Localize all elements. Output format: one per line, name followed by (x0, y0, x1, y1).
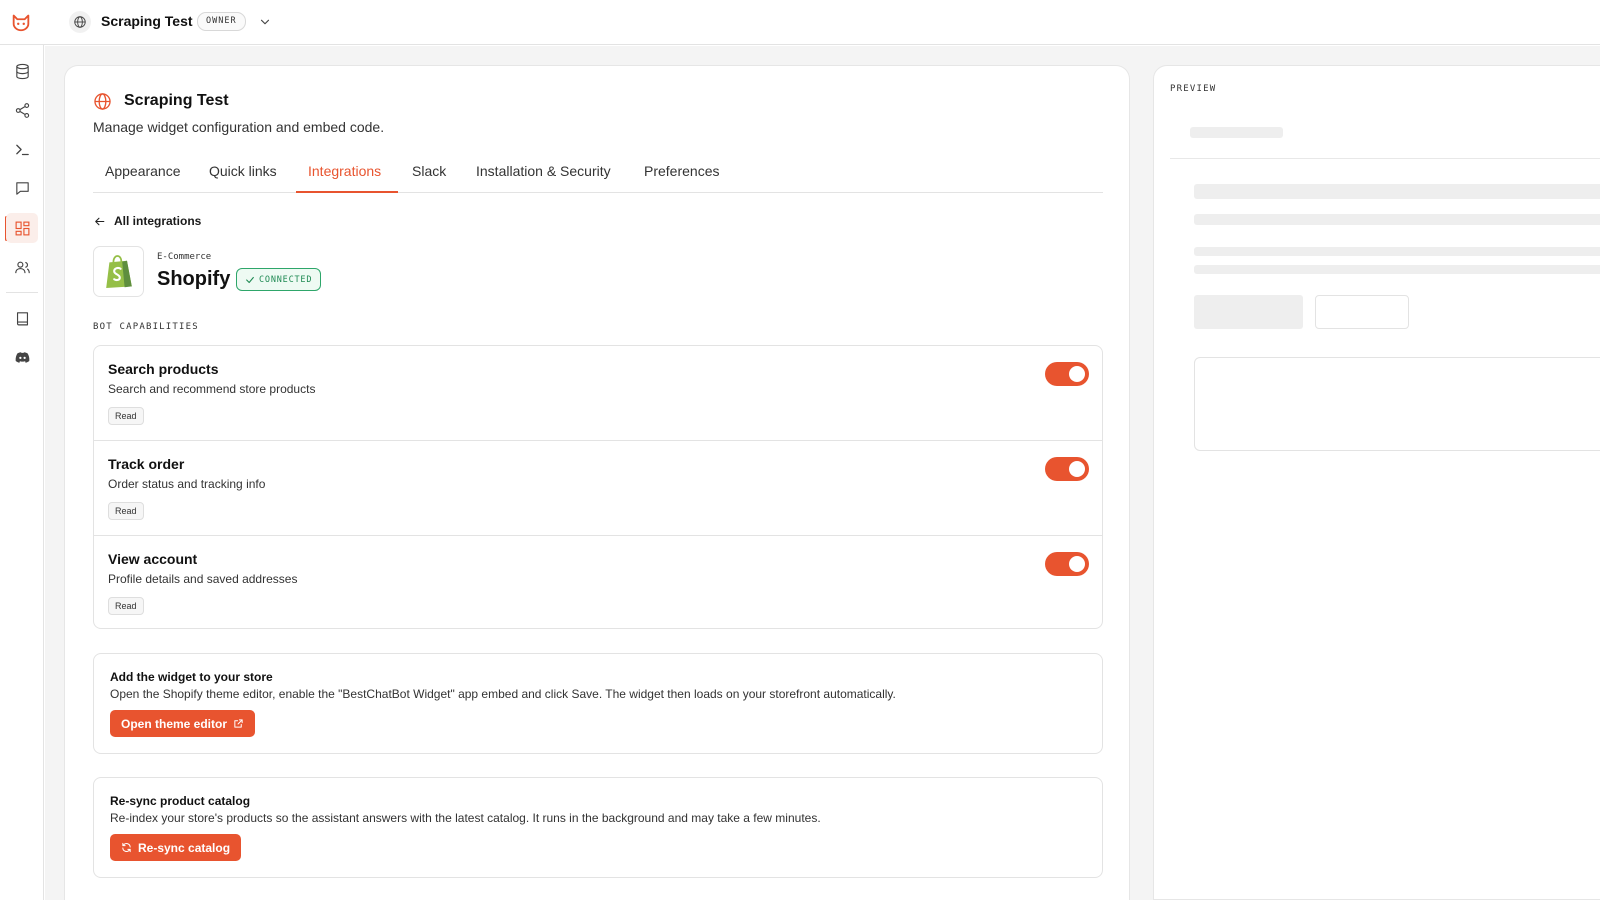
chevron-down-icon[interactable] (258, 15, 272, 29)
all-integrations-link[interactable]: All integrations (93, 214, 201, 228)
preview-label: PREVIEW (1170, 84, 1217, 94)
top-bar: Scraping Test OWNER (0, 0, 1600, 45)
all-integrations-label: All integrations (114, 214, 202, 228)
discord-icon[interactable] (6, 342, 38, 372)
skeleton-card (1194, 357, 1600, 451)
capability-title: Track order (108, 456, 185, 472)
book-icon[interactable] (6, 303, 38, 333)
list-item: Search products Search and recommend sto… (94, 346, 1102, 440)
users-icon[interactable] (6, 252, 38, 282)
skeleton-button (1194, 295, 1303, 329)
capability-title: Search products (108, 361, 219, 377)
terminal-icon[interactable] (6, 134, 38, 164)
share-icon[interactable] (6, 95, 38, 125)
page-title: Scraping Test (124, 92, 229, 109)
status-badge-label: CONNECTED (259, 274, 313, 285)
resync-card: Re-sync product catalog Re-index your st… (93, 777, 1103, 878)
skeleton-line (1194, 184, 1600, 199)
arrow-left-icon (95, 217, 105, 225)
add-widget-title: Add the widget to your store (110, 670, 273, 684)
permission-badge: Read (108, 407, 144, 425)
tab-preferences[interactable]: Preferences (644, 163, 719, 179)
page-subtitle: Manage widget configuration and embed co… (93, 119, 385, 135)
refresh-icon (122, 842, 131, 853)
capability-description: Profile details and saved addresses (108, 572, 298, 586)
status-badge: CONNECTED (236, 268, 322, 291)
skeleton-line (1194, 214, 1600, 225)
resync-description: Re-index your store's products so the as… (110, 811, 821, 825)
workspace-name[interactable]: Scraping Test (101, 13, 193, 29)
workspace-role-badge: OWNER (197, 12, 246, 31)
app-logo-icon[interactable] (10, 11, 32, 33)
tab-bar: Appearance Quick links Integrations Slac… (93, 156, 1103, 193)
add-widget-description: Open the Shopify theme editor, enable th… (110, 687, 896, 701)
preview-divider (1170, 158, 1600, 159)
tab-installation-security[interactable]: Installation & Security (476, 163, 611, 179)
skeleton-line (1190, 127, 1283, 138)
globe-icon (93, 92, 112, 111)
workspace-globe-icon (69, 11, 91, 33)
widget-config-panel: Scraping Test Manage widget configuratio… (64, 65, 1130, 900)
view-account-toggle[interactable] (1045, 552, 1089, 576)
preview-panel: PREVIEW (1153, 65, 1600, 900)
section-label: BOT CAPABILITIES (93, 322, 199, 332)
list-item: Track order Order status and tracking in… (94, 440, 1102, 534)
resync-title: Re-sync product catalog (110, 794, 251, 808)
integration-category: E-Commerce (157, 252, 212, 262)
track-order-toggle[interactable] (1045, 457, 1089, 481)
database-icon[interactable] (6, 56, 38, 86)
add-widget-card: Add the widget to your store Open the Sh… (93, 653, 1103, 754)
capability-title: View account (108, 551, 198, 567)
search-products-toggle[interactable] (1045, 362, 1089, 386)
integration-name: Shopify (157, 268, 231, 290)
skeleton-line (1194, 247, 1600, 256)
tab-quick-links[interactable]: Quick links (209, 163, 277, 179)
list-item: View account Profile details and saved a… (94, 535, 1102, 629)
sidebar-divider (6, 292, 38, 293)
check-icon (246, 276, 254, 283)
open-theme-editor-label: Open theme editor (121, 716, 228, 731)
chat-icon[interactable] (6, 173, 38, 203)
skeleton-input (1315, 295, 1409, 329)
resync-catalog-label: Re-sync catalog (138, 840, 231, 855)
tab-integrations[interactable]: Integrations (308, 163, 381, 179)
skeleton-line (1194, 265, 1600, 274)
permission-badge: Read (108, 502, 144, 520)
capability-description: Search and recommend store products (108, 382, 316, 396)
external-link-icon (234, 719, 243, 728)
shopify-logo-icon (93, 246, 144, 297)
active-tab-underline (296, 191, 398, 193)
widgets-icon[interactable] (6, 213, 38, 243)
capability-description: Order status and tracking info (108, 477, 266, 491)
capabilities-list: Search products Search and recommend sto… (93, 345, 1103, 629)
tab-appearance[interactable]: Appearance (105, 163, 181, 179)
tab-slack[interactable]: Slack (412, 163, 446, 179)
permission-badge: Read (108, 597, 144, 615)
sidebar (0, 45, 44, 900)
open-theme-editor-button[interactable]: Open theme editor (110, 710, 256, 737)
resync-catalog-button[interactable]: Re-sync catalog (110, 834, 242, 861)
